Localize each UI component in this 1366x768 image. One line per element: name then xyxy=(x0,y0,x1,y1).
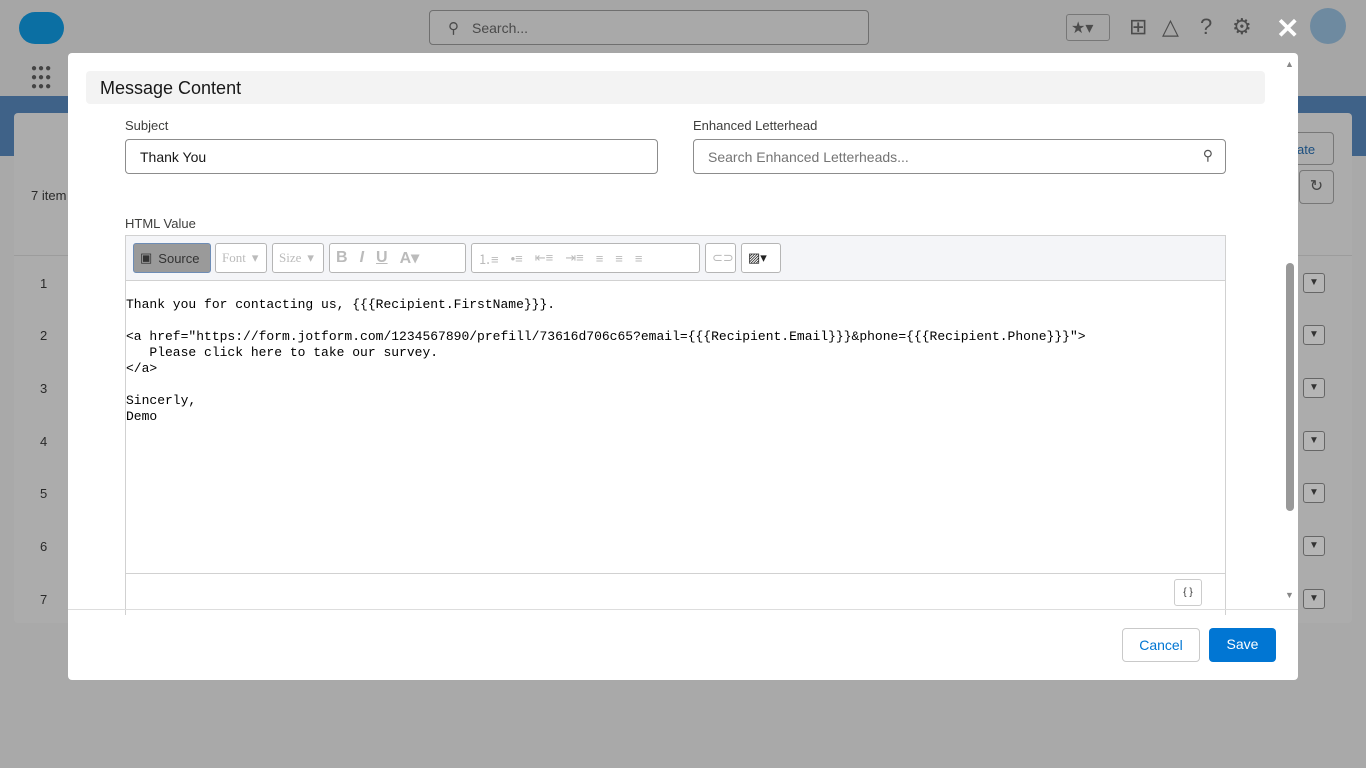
merge-fields-button[interactable]: { } xyxy=(1174,579,1202,606)
rich-text-editor: ▣ Source Font ▾ Size ▾ B I U A▾ ⒈≡ •≡ ⇤≡ ⇥≡ ≡ ≡ ≡ ⊂⊃… xyxy=(125,235,1226,615)
row-actions-button[interactable]: ▼ xyxy=(1303,589,1325,609)
text-color-icon[interactable]: A▾ xyxy=(394,248,426,268)
edit-email-template-modal: Message Content Subject Thank You Enhanc… xyxy=(68,53,1298,680)
bold-icon[interactable]: B xyxy=(330,249,354,267)
row-actions-button[interactable]: ▼ xyxy=(1303,483,1325,503)
modal-scrollbar[interactable] xyxy=(1286,263,1294,511)
html-source-textarea[interactable]: Thank you for contacting us, {{{Recipien… xyxy=(126,281,1225,425)
cancel-button[interactable]: Cancel xyxy=(1122,628,1200,662)
size-select[interactable]: Size ▾ xyxy=(272,243,324,273)
add-icon[interactable]: ⊞ xyxy=(1129,14,1147,40)
align-center-icon[interactable]: ≡ xyxy=(609,251,629,266)
row-actions-button[interactable]: ▼ xyxy=(1303,378,1325,398)
bulleted-list-icon[interactable]: •≡ xyxy=(505,251,529,266)
row-actions-button[interactable]: ▼ xyxy=(1303,536,1325,556)
row-actions-button[interactable]: ▼ xyxy=(1303,273,1325,293)
salesforce-logo[interactable] xyxy=(19,12,64,44)
row-number: 4 xyxy=(40,434,48,449)
source-icon: ▣ xyxy=(140,250,153,265)
row-number: 6 xyxy=(40,539,48,554)
section-header: Message Content xyxy=(86,71,1265,104)
image-icon[interactable]: ▨▾ xyxy=(741,243,781,273)
letterhead-label: Enhanced Letterhead xyxy=(693,118,818,133)
row-number: 2 xyxy=(40,328,48,343)
font-select[interactable]: Font ▾ xyxy=(215,243,267,273)
setup-gear-icon[interactable]: ⚙ xyxy=(1232,14,1252,40)
html-value-label: HTML Value xyxy=(125,216,196,231)
app-launcher-icon[interactable]: ●●● ●●● ●●● xyxy=(31,64,52,92)
save-button[interactable]: Save xyxy=(1209,628,1276,662)
search-icon: ⚲ xyxy=(448,20,459,37)
source-button[interactable]: ▣ Source xyxy=(133,243,211,273)
link-icon[interactable]: ⊂⊃ xyxy=(705,243,736,273)
item-count: 7 item xyxy=(31,188,67,203)
trailhead-icon[interactable]: △ xyxy=(1162,14,1179,40)
global-search[interactable]: ⚲ Search... xyxy=(429,10,869,45)
row-number: 7 xyxy=(40,592,48,607)
search-icon: ⚲ xyxy=(1202,147,1213,163)
subject-input[interactable]: Thank You xyxy=(125,139,658,174)
avatar[interactable] xyxy=(1310,8,1346,44)
modal-footer: Cancel Save xyxy=(68,609,1298,680)
letterhead-search-input[interactable]: Search Enhanced Letterheads... ⚲ xyxy=(693,139,1226,174)
outdent-icon[interactable]: ⇤≡ xyxy=(529,250,559,266)
align-left-icon[interactable]: ≡ xyxy=(590,251,610,266)
italic-icon[interactable]: I xyxy=(354,249,370,267)
scroll-up-arrow[interactable]: ▲ xyxy=(1285,59,1294,69)
row-number: 5 xyxy=(40,486,48,501)
align-right-icon[interactable]: ≡ xyxy=(629,251,649,266)
row-actions-button[interactable]: ▼ xyxy=(1303,325,1325,345)
subject-label: Subject xyxy=(125,118,169,133)
row-actions-button[interactable]: ▼ xyxy=(1303,431,1325,451)
help-icon[interactable]: ? xyxy=(1200,14,1212,40)
format-group: B I U A▾ xyxy=(329,243,466,273)
numbered-list-icon[interactable]: ⒈≡ xyxy=(472,249,505,268)
row-number: 3 xyxy=(40,381,48,396)
editor-toolbar: ▣ Source Font ▾ Size ▾ B I U A▾ ⒈≡ •≡ ⇤≡ ⇥≡ ≡ ≡ ≡ ⊂⊃… xyxy=(126,236,1225,281)
row-number: 1 xyxy=(40,276,48,291)
paragraph-group: ⒈≡ •≡ ⇤≡ ⇥≡ ≡ ≡ ≡ xyxy=(471,243,700,273)
underline-icon[interactable]: U xyxy=(370,249,394,267)
favorites-button[interactable]: ★▾ xyxy=(1066,14,1110,41)
refresh-button[interactable]: ↻ xyxy=(1299,170,1334,204)
close-modal-icon[interactable]: ✕ xyxy=(1276,12,1299,45)
indent-icon[interactable]: ⇥≡ xyxy=(559,250,589,266)
scroll-down-arrow[interactable]: ▼ xyxy=(1285,590,1294,600)
editor-footer: { } xyxy=(125,573,1226,609)
